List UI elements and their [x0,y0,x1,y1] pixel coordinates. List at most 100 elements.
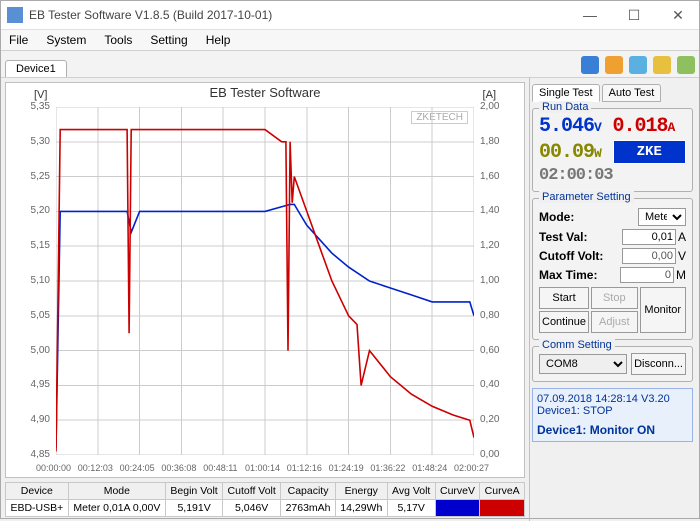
col-mode: Mode [68,483,165,500]
ytick-right: 0,40 [480,379,520,390]
continue-button[interactable]: Continue [539,311,589,333]
close-button[interactable]: ✕ [663,7,693,24]
plot [56,107,474,455]
xtick: 00:24:05 [120,463,155,473]
adjust-button[interactable]: Adjust [591,311,637,333]
menu-help[interactable]: Help [202,31,235,49]
comm-group: Comm Setting COM8 Disconn... [532,346,693,382]
col-curvev: CurveV [435,483,480,500]
start-button[interactable]: Start [539,287,589,309]
xtick: 01:36:22 [370,463,405,473]
monitor-button[interactable]: Monitor [640,287,686,333]
right-tabs: Single Test Auto Test [532,84,693,102]
param-group: Parameter Setting Mode: Meter Test Val: … [532,198,693,340]
menu-tools[interactable]: Tools [100,31,136,49]
xtick: 01:00:14 [245,463,280,473]
ytick-left: 5,05 [10,310,50,321]
maxtime-input[interactable] [620,267,674,283]
ytick-right: 1,00 [480,275,520,286]
app-window: EB Tester Software V1.8.5 (Build 2017-10… [0,0,700,519]
ytick-left: 5,15 [10,240,50,251]
mode-select[interactable]: Meter [638,208,686,226]
device-tab[interactable]: Device1 [5,60,67,77]
chart-title: EB Tester Software [6,85,524,100]
ytick-left: 5,25 [10,171,50,182]
cell-capacity: 2763mAh [281,500,336,517]
ytick-right: 1,60 [480,171,520,182]
cell-energy: 14,29Wh [335,500,387,517]
menu-file[interactable]: File [5,31,32,49]
ytick-left: 5,35 [10,101,50,112]
refresh-icon[interactable] [581,56,599,74]
cell-device: EBD-USB+ [6,500,69,517]
col-capacity: Capacity [281,483,336,500]
chart-area: [V] EB Tester Software [A] ZKETECH 4,854… [5,82,525,478]
info-icon[interactable] [677,56,695,74]
run-data-title: Run Data [539,101,591,113]
testval-label: Test Val: [539,230,587,244]
cell-begin-volt: 5,191V [166,500,223,517]
status-monitor-on: Device1: Monitor ON [537,423,688,437]
ytick-left: 5,30 [10,136,50,147]
cutoff-label: Cutoff Volt: [539,249,603,263]
mode-label: Mode: [539,210,574,224]
status-box: 07.09.2018 14:28:14 V3.20 Device1: STOP … [532,388,693,442]
xtick: 00:00:00 [36,463,71,473]
menu-system[interactable]: System [42,31,90,49]
xtick: 01:48:24 [412,463,447,473]
brand-logo: ZKE [613,140,687,164]
maxtime-label: Max Time: [539,268,597,282]
cell-curvea [480,500,525,517]
disconnect-button[interactable]: Disconn... [631,353,686,375]
ytick-right: 1,80 [480,136,520,147]
folder-icon[interactable] [605,56,623,74]
toolbar-row: Device1 [1,51,699,78]
elapsed-time: 02:00:03 [539,166,686,185]
xtick: 00:12:03 [78,463,113,473]
search-icon[interactable] [653,56,671,74]
run-data-group: Run Data 5.046V 0.018A 00.09W ZKE 02:00:… [532,108,693,192]
cell-cutoff-volt: 5,046V [223,500,281,517]
stop-button[interactable]: Stop [591,287,637,309]
ytick-left: 4,85 [10,449,50,460]
col-curvea: CurveA [480,483,525,500]
com-port-select[interactable]: COM8 [539,354,627,374]
ytick-left: 5,00 [10,345,50,356]
ytick-right: 0,00 [480,449,520,460]
col-cutoff-volt: Cutoff Volt [223,483,281,500]
titlebar: EB Tester Software V1.8.5 (Build 2017-10… [1,1,699,30]
ytick-left: 4,95 [10,379,50,390]
ytick-right: 0,80 [480,310,520,321]
ytick-left: 4,90 [10,414,50,425]
testval-input[interactable] [622,229,676,245]
menu-setting[interactable]: Setting [146,31,191,49]
tab-single-test[interactable]: Single Test [532,84,600,102]
xtick: 02:00:27 [454,463,489,473]
comm-title: Comm Setting [539,339,615,351]
data-table: DeviceModeBegin VoltCutoff VoltCapacityE… [5,482,525,517]
ytick-right: 1,20 [480,240,520,251]
ytick-left: 5,10 [10,275,50,286]
cell-mode: Meter 0,01A 0,00V [68,500,165,517]
monitor-icon[interactable] [629,56,647,74]
menubar: File System Tools Setting Help [1,30,699,51]
maximize-button[interactable]: ☐ [619,7,649,24]
cutoff-input[interactable] [622,248,676,264]
ytick-right: 2,00 [480,101,520,112]
current-value: 0.018A [613,115,687,138]
xtick: 01:12:16 [287,463,322,473]
voltage-value: 5.046V [539,115,613,138]
col-energy: Energy [335,483,387,500]
app-icon [7,7,23,23]
col-avg-volt: Avg Volt [387,483,435,500]
table-row: EBD-USB+ Meter 0,01A 0,00V 5,191V 5,046V… [6,500,525,517]
ytick-right: 0,20 [480,414,520,425]
ytick-right: 0,60 [480,345,520,356]
status-timestamp: 07.09.2018 14:28:14 V3.20 [537,393,688,405]
minimize-button[interactable]: — [575,7,605,24]
cell-avg-volt: 5,17V [387,500,435,517]
xtick: 01:24:19 [329,463,364,473]
tab-auto-test[interactable]: Auto Test [602,84,662,102]
left-pane: [V] EB Tester Software [A] ZKETECH 4,854… [1,78,529,521]
param-title: Parameter Setting [539,191,634,203]
